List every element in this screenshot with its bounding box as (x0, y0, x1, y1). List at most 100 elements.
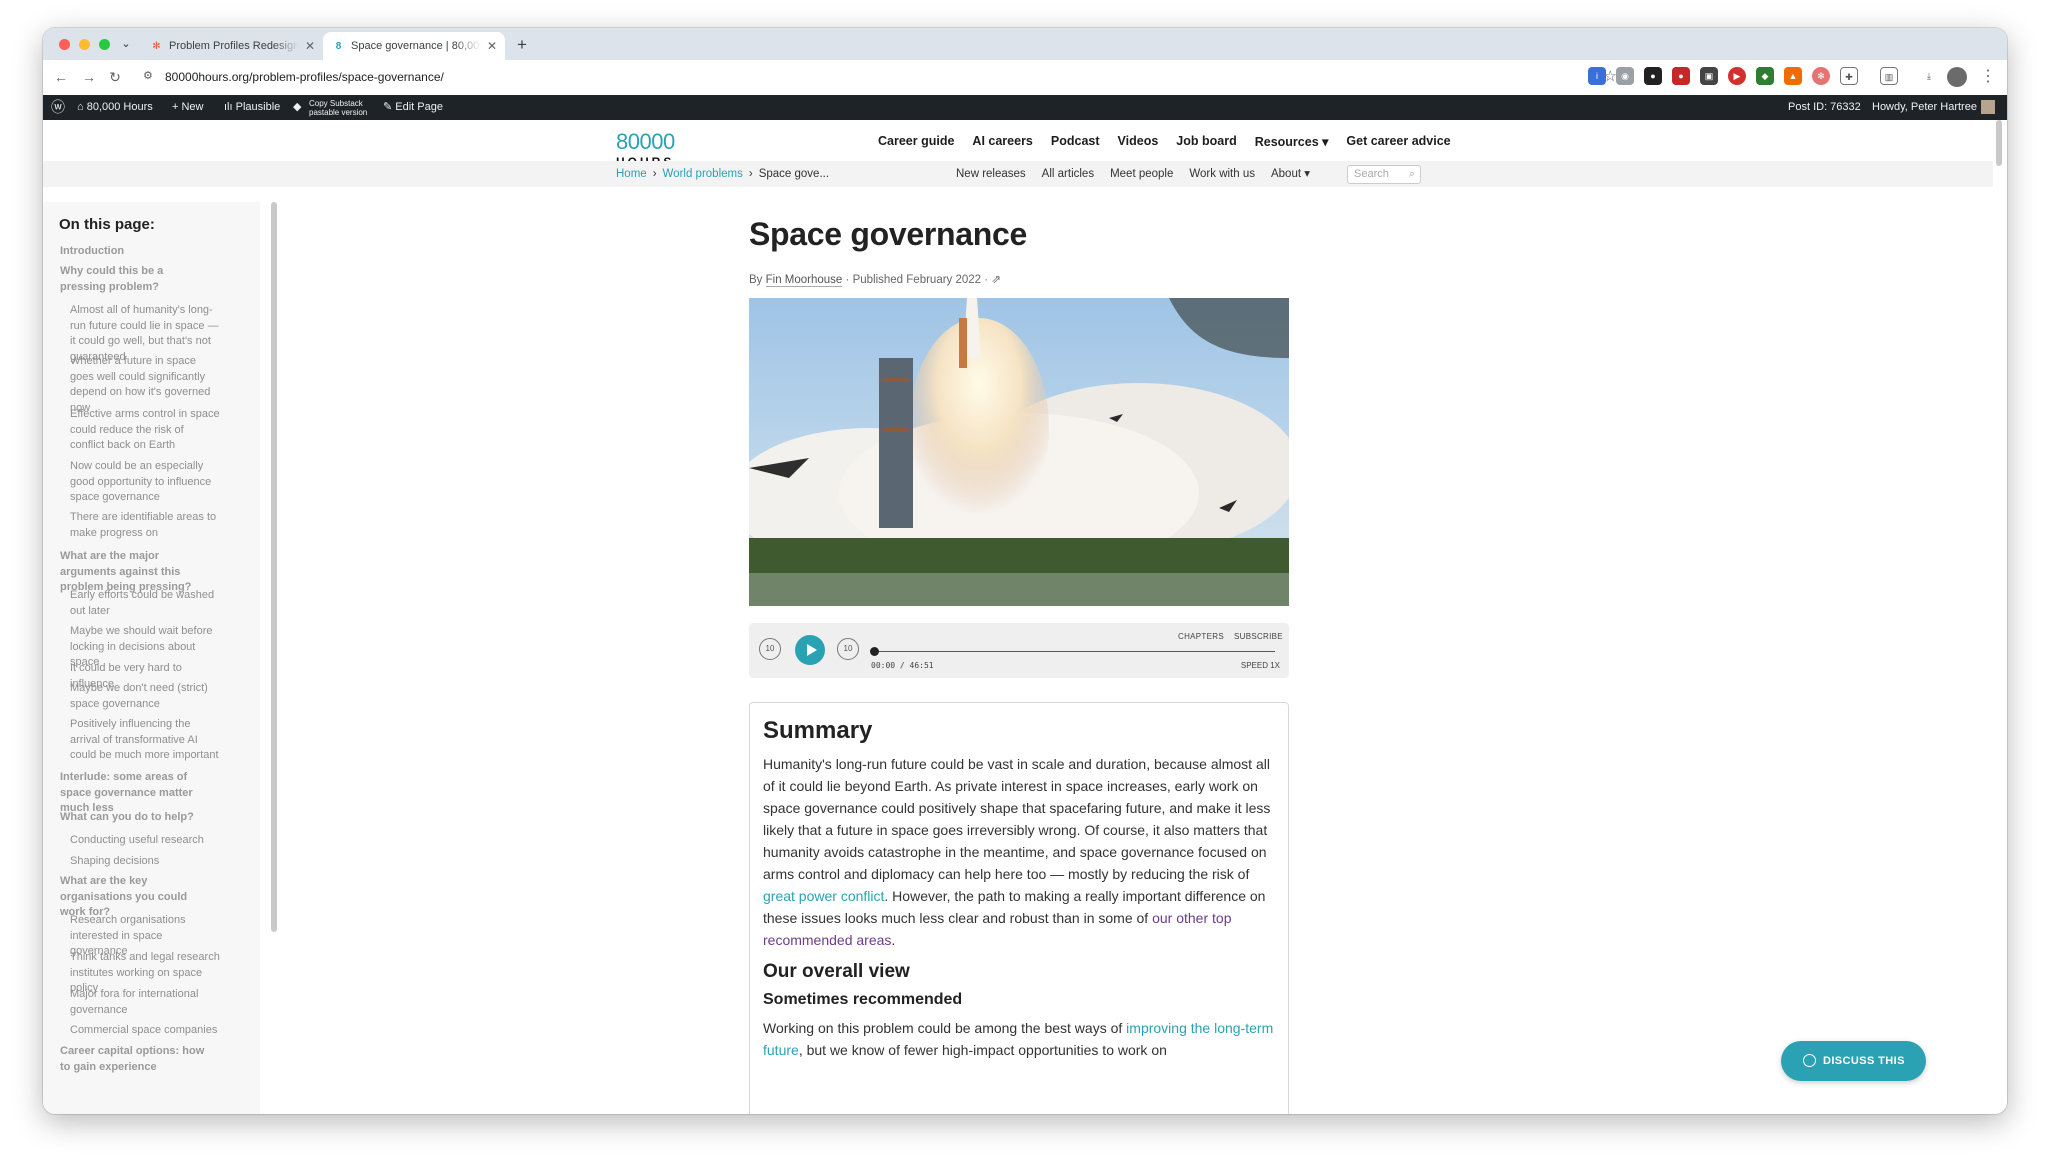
search-input[interactable]: Search ⌕ (1347, 165, 1421, 184)
zoom-window-button[interactable] (99, 39, 110, 50)
breadcrumb-current: Space gove... (758, 168, 830, 180)
author-link[interactable]: Fin Moorhouse (765, 274, 843, 287)
password-extension-icon[interactable]: i (1588, 67, 1606, 85)
toc-item[interactable]: Shaping decisions (70, 854, 220, 870)
toc-item[interactable]: What can you do to help? (60, 810, 210, 826)
overall-view-heading: Our overall view (763, 961, 910, 982)
close-tab-icon[interactable]: ✕ (305, 32, 315, 60)
flower-extension-icon[interactable]: ✻ (1812, 67, 1830, 85)
puzzle-extensions-icon[interactable]: ✚ (1840, 67, 1858, 85)
tab-space-governance[interactable]: 8 Space governance | 80,000 H ✕ (323, 32, 505, 60)
toc-item[interactable]: Introduction (60, 244, 210, 260)
admin-plausible-label: Plausible (235, 101, 281, 113)
howdy-user-link[interactable]: Howdy, Peter Hartree (1872, 95, 1977, 120)
profile-avatar[interactable] (1947, 67, 1967, 87)
toc-item[interactable]: Conducting useful research (70, 833, 220, 849)
admin-new-label: New (181, 101, 204, 113)
subnav-about[interactable]: About ▾ (1271, 161, 1310, 187)
admin-edit-page-link[interactable]: ✎ Edit Page (383, 95, 443, 120)
nav-job-board[interactable]: Job board (1176, 134, 1236, 149)
forward-arrow-icon[interactable]: → (79, 67, 99, 87)
copy-substack-line1: Copy Substack (309, 99, 363, 108)
subscribe-button[interactable]: SUBSCRIBE (1234, 632, 1283, 641)
download-icon[interactable]: ⤓ (1920, 67, 1938, 85)
toc-item[interactable]: Career capital options: how to gain expe… (60, 1044, 210, 1075)
chevron-right-icon: › (748, 168, 753, 180)
close-window-button[interactable] (59, 39, 70, 50)
toc-item[interactable]: There are identifiable areas to make pro… (70, 510, 220, 541)
notes-extension-icon[interactable]: ▣ (1700, 67, 1718, 85)
logo-number: 80000 (616, 129, 675, 154)
shield-extension-icon[interactable]: ◆ (1756, 67, 1774, 85)
progress-track[interactable] (873, 651, 1275, 652)
nav-get-career-advice[interactable]: Get career advice (1346, 134, 1450, 149)
close-tab-icon[interactable]: ✕ (487, 32, 497, 60)
main-nav: Career guide AI careers Podcast Videos J… (878, 134, 1451, 149)
search-placeholder: Search (1354, 168, 1389, 180)
share-icon[interactable]: ⇗ (991, 274, 1001, 286)
toc-item[interactable]: Now could be an especially good opportun… (70, 459, 220, 506)
nav-career-guide[interactable]: Career guide (878, 134, 954, 149)
toc-item[interactable]: Early efforts could be washed out later (70, 588, 220, 619)
play-button[interactable] (795, 635, 825, 665)
wordpress-logo-icon[interactable]: ⓦ (51, 95, 65, 120)
chapters-button[interactable]: CHAPTERS (1178, 632, 1224, 641)
breadcrumb-world-problems[interactable]: World problems (663, 168, 743, 180)
progress-scrubber[interactable] (870, 647, 879, 656)
secondary-nav: New releases All articles Meet people Wo… (956, 161, 1310, 187)
minimize-window-button[interactable] (79, 39, 90, 50)
tab-title: Problem Profiles Redesign Re (169, 40, 299, 52)
new-tab-button[interactable]: + (509, 32, 535, 58)
nav-resources[interactable]: Resources ▾ (1255, 134, 1329, 149)
sidebar-scrollbar[interactable] (271, 202, 277, 932)
asterisk-favicon-icon: ✻ (152, 41, 161, 52)
audio-player: 10 10 00:00 / 46:51 CHAPTERS SUBSCRIBE S… (749, 623, 1289, 678)
nav-videos[interactable]: Videos (1118, 134, 1159, 149)
site-info-icon[interactable]: ⚙ (143, 69, 153, 82)
80k-favicon-icon: 8 (335, 41, 342, 52)
back-arrow-icon[interactable]: ← (51, 67, 71, 87)
camera-extension-icon[interactable]: ◉ (1616, 67, 1634, 85)
toc-item[interactable]: Effective arms control in space could re… (70, 407, 220, 454)
url-text[interactable]: 80000hours.org/problem-profiles/space-go… (165, 64, 444, 90)
address-bar[interactable]: ⚙ 80000hours.org/problem-profiles/space-… (135, 64, 1625, 90)
user-avatar[interactable] (1981, 100, 1995, 114)
extensions-row: i ◉ ● ● ▣ ▶ ◆ ▲ ✻ ✚ ▥ ⤓ (1588, 67, 1938, 85)
subnav-new-releases[interactable]: New releases (956, 161, 1026, 187)
side-panel-icon[interactable]: ▥ (1880, 67, 1898, 85)
toc-item[interactable]: Why could this be a pressing problem? (60, 264, 210, 295)
admin-new-link[interactable]: + New (172, 95, 204, 120)
toc-item[interactable]: Commercial space companies (70, 1023, 220, 1039)
speed-button[interactable]: SPEED 1X (1241, 661, 1280, 670)
reload-icon[interactable]: ↻ (105, 67, 125, 87)
subnav-work-with-us[interactable]: Work with us (1189, 161, 1255, 187)
discuss-label: DISCUSS THIS PAGE (1823, 1055, 1905, 1107)
summary-paragraph: Humanity's long-run future could be vast… (763, 753, 1276, 951)
search-icon[interactable]: ⌕ (1409, 166, 1415, 183)
chat-bubble-icon (1803, 1054, 1816, 1067)
ublock-extension-icon[interactable]: ● (1644, 67, 1662, 85)
great-power-conflict-link[interactable]: great power conflict (763, 888, 884, 904)
fox-extension-icon[interactable]: ▲ (1784, 67, 1802, 85)
menu-kebab-icon[interactable]: ⋮ (1980, 66, 1996, 86)
nav-ai-careers[interactable]: AI careers (972, 134, 1032, 149)
admin-edit-label: Edit Page (395, 101, 443, 113)
record-extension-icon[interactable]: ● (1672, 67, 1690, 85)
subnav-meet-people[interactable]: Meet people (1110, 161, 1173, 187)
skip-back-icon[interactable]: 10 (759, 638, 781, 660)
subnav-all-articles[interactable]: All articles (1042, 161, 1094, 187)
play-extension-icon[interactable]: ▶ (1728, 67, 1746, 85)
admin-plausible-link[interactable]: ılı Plausible (224, 95, 280, 120)
admin-site-link[interactable]: ⌂ 80,000 Hours (77, 95, 153, 120)
breadcrumb-home[interactable]: Home (616, 168, 647, 180)
tab-search-button[interactable]: ⌄ (115, 34, 137, 54)
toc-item[interactable]: Positively influencing the arrival of tr… (70, 717, 220, 764)
discuss-this-page-button[interactable]: DISCUSS THIS PAGE (1781, 1041, 1926, 1107)
toc-item[interactable]: Maybe we don't need (strict) space gover… (70, 681, 220, 712)
tab-problem-profiles[interactable]: ✻ Problem Profiles Redesign Re ✕ (141, 32, 323, 60)
recommendation-heading: Sometimes recommended (763, 991, 963, 1008)
skip-forward-icon[interactable]: 10 (837, 638, 859, 660)
page-scrollbar[interactable] (1996, 120, 2002, 166)
nav-podcast[interactable]: Podcast (1051, 134, 1100, 149)
toc-item[interactable]: Major fora for international governance (70, 987, 220, 1018)
